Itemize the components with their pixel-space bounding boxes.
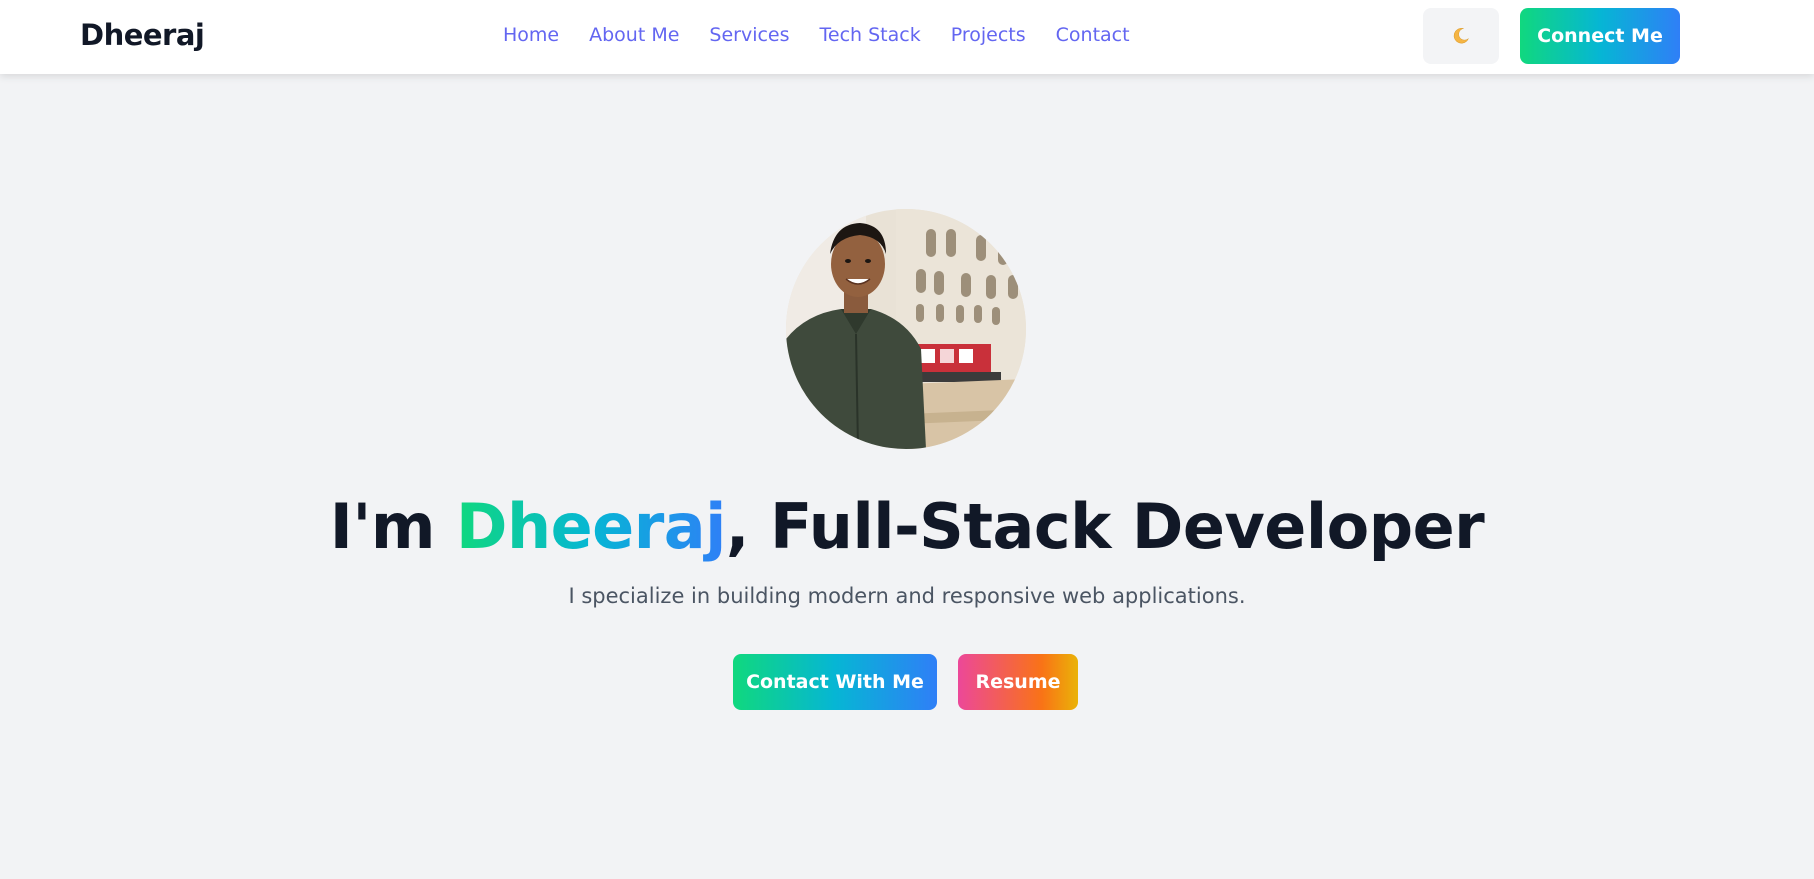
theme-toggle-button[interactable] [1423,8,1499,64]
hero-title: I'm Dheeraj, Full-Stack Developer [0,487,1814,567]
avatar [786,209,1026,449]
main-nav: Home About Me Services Tech Stack Projec… [503,24,1160,46]
brand-logo[interactable]: Dheeraj [80,18,205,52]
hero-title-suffix: , Full-Stack Developer [725,490,1485,563]
nav-services[interactable]: Services [709,24,789,46]
nav-home[interactable]: Home [503,24,559,46]
nav-about-me[interactable]: About Me [589,24,679,46]
nav-tech-stack[interactable]: Tech Stack [820,24,921,46]
nav-contact[interactable]: Contact [1056,24,1130,46]
navbar: Dheeraj Home About Me Services Tech Stac… [0,0,1814,74]
hero-title-name: Dheeraj [456,490,726,563]
hero-subtitle: I specialize in building modern and resp… [568,584,1246,608]
hero-title-prefix: I'm [329,490,457,563]
contact-with-me-button[interactable]: Contact With Me [733,654,937,710]
avatar-photo [786,209,1026,449]
resume-button[interactable]: Resume [958,654,1078,710]
moon-icon [1453,27,1469,44]
connect-me-button[interactable]: Connect Me [1520,8,1680,64]
nav-projects[interactable]: Projects [951,24,1026,46]
